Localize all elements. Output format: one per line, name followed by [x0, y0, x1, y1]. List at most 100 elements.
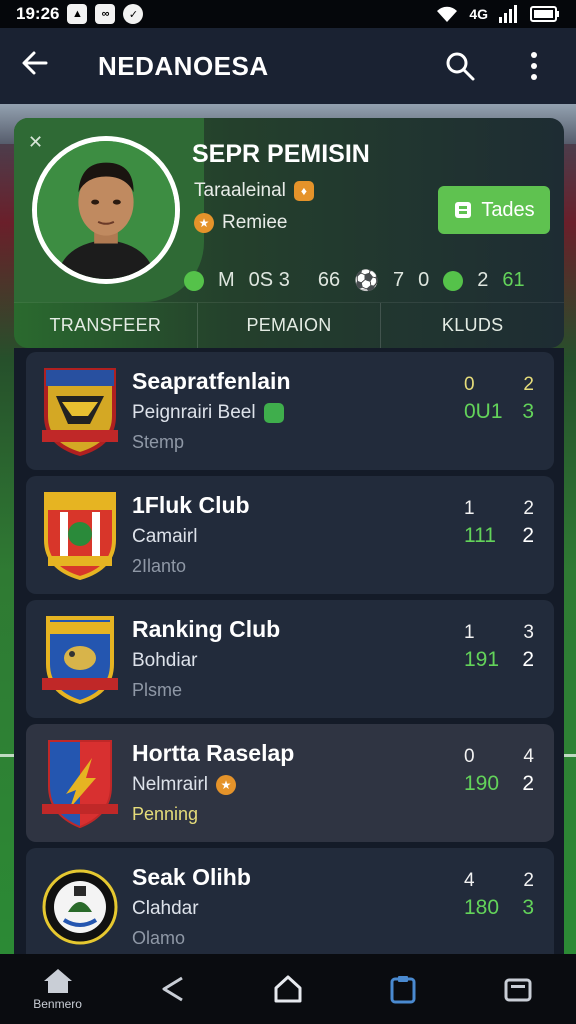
tab-pemaion[interactable]: PEMAION	[196, 303, 381, 348]
score-bottom: 180 3	[464, 896, 534, 920]
arrow-left-icon	[22, 51, 48, 75]
score-value: 2	[522, 648, 534, 671]
club-crest-icon	[44, 492, 116, 580]
stat-value: 0S 3	[248, 269, 290, 291]
score-value: 191	[464, 648, 500, 671]
score-value: 1	[464, 498, 475, 519]
player-role: Remiee	[222, 212, 288, 233]
score-value: 4	[464, 870, 475, 891]
chat-notification-icon: ✓	[123, 4, 144, 24]
home-outline-icon	[274, 975, 302, 1003]
trade-button-label: Tades	[481, 198, 535, 221]
club-meta: Plsme	[132, 680, 183, 700]
score-top: 1 3	[464, 622, 534, 644]
ball-icon: ⚽	[354, 270, 379, 292]
bottom-navigation: Benmero	[0, 954, 576, 1024]
club-meta: Olamo	[132, 928, 186, 948]
collapse-icon[interactable]: ✕	[28, 132, 43, 153]
nav-home-system[interactable]	[243, 959, 333, 1019]
score-bottom: 190 2	[464, 772, 534, 796]
battery-icon	[530, 6, 559, 22]
score-value: 3	[523, 622, 534, 643]
trade-button[interactable]: Tades	[438, 186, 550, 234]
club-name: Seak Olihb	[132, 864, 251, 890]
nav-home-label: Benmero	[33, 997, 82, 1011]
score-value: 2	[522, 524, 534, 547]
messenger-notification-icon: ∞	[95, 4, 116, 24]
stat-value: M	[218, 269, 235, 291]
fire-badge-icon: ♦	[293, 181, 314, 201]
club-subtitle-row: Camairl	[132, 526, 197, 548]
score-value: 2	[523, 870, 534, 891]
score-top: 4 2	[464, 870, 534, 892]
stat-value: 66	[317, 269, 341, 291]
score-value: 0	[464, 374, 475, 395]
search-icon	[446, 52, 475, 81]
club-meta: Penning	[132, 804, 199, 824]
club-subtitle: Peignrairi Beel	[132, 402, 256, 423]
score-value: 2	[523, 498, 534, 519]
player-subtitle: Taraaleinal	[194, 180, 286, 201]
recents-icon	[504, 978, 532, 1002]
profile-tabs: TRANSFEER PEMAION KLUDS	[14, 302, 564, 348]
club-name: 1Fluk Club	[132, 492, 250, 518]
app-bar: NEDANOESA	[0, 28, 576, 104]
back-triangle-icon	[162, 976, 183, 1002]
network-type-icon: 4G	[469, 6, 488, 22]
score-value: 111	[464, 524, 496, 547]
list-item[interactable]: Hortta Raselap Nelmrairl ★ Penning 0 4 1…	[26, 724, 554, 842]
more-options-button[interactable]	[512, 44, 556, 88]
club-list: Seapratfenlain Peignrairi Beel Stemp 0 2…	[14, 348, 564, 966]
score-bottom: 191 2	[464, 648, 534, 672]
score-value: 2	[522, 772, 534, 795]
more-vertical-icon	[531, 52, 537, 80]
tab-kluds[interactable]: KLUDS	[380, 303, 564, 348]
score-bottom: 0U1 3	[464, 400, 534, 424]
wifi-icon	[437, 6, 458, 22]
home-icon	[43, 969, 72, 993]
player-role-row: ★ Remiee	[194, 212, 287, 234]
score-value: 190	[464, 772, 500, 795]
nav-clipboard[interactable]	[358, 959, 448, 1019]
club-subtitle-row: Peignrairi Beel	[132, 402, 284, 424]
player-avatar	[32, 136, 180, 284]
nav-home[interactable]: Benmero	[13, 959, 103, 1019]
stat-dot-icon	[184, 270, 204, 291]
score-value: 0U1	[464, 400, 503, 423]
tab-transfer[interactable]: TRANSFEER	[14, 303, 197, 348]
score-value: 4	[523, 746, 534, 767]
score-top: 0 4	[464, 746, 534, 768]
score-value: 2	[523, 374, 534, 395]
gallery-notification-icon: ▲	[67, 4, 88, 24]
score-top: 1 2	[464, 498, 534, 520]
list-item[interactable]: Seak Olihb Clahdar Olamo 4 2 180 3	[26, 848, 554, 966]
club-crest-icon	[42, 740, 118, 828]
score-bottom: 111 2	[464, 524, 534, 548]
player-profile-card: ✕ SEPR PEMISIN Taraaleinal ♦ ★ Remiee Ta…	[14, 118, 564, 348]
club-subtitle: Camairl	[132, 526, 198, 547]
club-subtitle: Clahdar	[132, 898, 199, 919]
search-button[interactable]	[438, 44, 482, 88]
status-bar: 19:26 ▲ ∞ ✓ 4G	[0, 0, 576, 28]
stat-dot-icon	[443, 270, 464, 291]
list-item[interactable]: Ranking Club Bohdiar Plsme 1 3 191 2	[26, 600, 554, 718]
club-subtitle-row: Nelmrairl ★	[132, 774, 236, 796]
nav-recents[interactable]	[473, 959, 563, 1019]
score-value: 180	[464, 896, 500, 919]
stat-value: 0	[418, 269, 430, 291]
verified-shield-icon	[263, 403, 284, 423]
list-item[interactable]: Seapratfenlain Peignrairi Beel Stemp 0 2…	[26, 352, 554, 470]
back-button[interactable]	[20, 48, 76, 84]
stat-value: 7	[392, 269, 405, 291]
nav-back[interactable]	[128, 959, 218, 1019]
score-value: 1	[464, 622, 475, 643]
score-value: 3	[522, 400, 534, 423]
star-badge-icon: ★	[194, 213, 214, 233]
club-crest-icon	[42, 368, 118, 456]
club-subtitle: Nelmrairl	[132, 774, 208, 795]
club-meta: Stemp	[132, 432, 185, 452]
club-subtitle: Bohdiar	[132, 650, 198, 671]
list-item[interactable]: 1Fluk Club Camairl 2Ilanto 1 2 111 2	[26, 476, 554, 594]
player-subtitle-row: Taraaleinal ♦	[194, 180, 314, 202]
score-top: 0 2	[464, 374, 534, 396]
